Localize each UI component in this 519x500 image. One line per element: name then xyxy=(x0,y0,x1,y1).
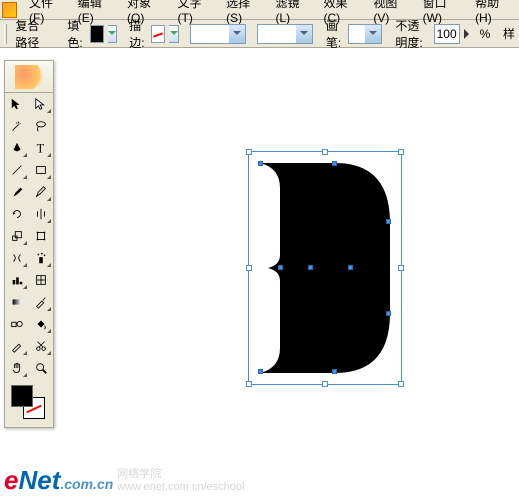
fill-swatch[interactable] xyxy=(90,25,104,43)
blend-tool[interactable] xyxy=(5,313,29,335)
watermark-line1: 网络学院 xyxy=(117,468,244,480)
app-icon xyxy=(2,2,17,18)
mesh-tool[interactable] xyxy=(29,269,53,291)
anchor-point[interactable] xyxy=(308,265,313,270)
slice-tool[interactable] xyxy=(5,335,29,357)
anchor-point[interactable] xyxy=(332,161,337,166)
resize-handle-tl[interactable] xyxy=(246,149,252,155)
resize-handle-bm[interactable] xyxy=(322,381,328,387)
percent-label: % xyxy=(478,25,493,43)
symbol-sprayer-tool[interactable] xyxy=(29,247,53,269)
path-type-label: 复合路径 xyxy=(15,17,47,51)
opacity-flyout[interactable] xyxy=(464,27,474,41)
logo-e: e xyxy=(4,465,18,495)
resize-handle-ml[interactable] xyxy=(246,265,252,271)
lasso-tool[interactable] xyxy=(29,115,53,137)
paintbrush-tool[interactable] xyxy=(5,181,29,203)
control-toolbar: 复合路径 填色: 描边: 画笔: 不透明度: 100 % 样 xyxy=(0,20,519,48)
reflect-tool[interactable] xyxy=(29,203,53,225)
resize-handle-tm[interactable] xyxy=(322,149,328,155)
fill-label: 填色: xyxy=(67,17,85,51)
resize-handle-br[interactable] xyxy=(398,381,404,387)
direct-selection-tool[interactable] xyxy=(29,93,53,115)
brush-label: 画笔: xyxy=(326,17,344,51)
color-well[interactable] xyxy=(9,383,49,423)
opacity-input[interactable]: 100 xyxy=(434,24,460,44)
anchor-point[interactable] xyxy=(386,219,391,224)
selection-bounds[interactable] xyxy=(248,151,402,385)
column-graph-tool[interactable] xyxy=(5,269,29,291)
warp-tool[interactable] xyxy=(5,247,29,269)
zoom-tool[interactable] xyxy=(29,357,53,379)
stroke-style-select[interactable] xyxy=(257,24,313,44)
live-paint-tool[interactable] xyxy=(29,313,53,335)
anchor-point[interactable] xyxy=(258,369,263,374)
resize-handle-tr[interactable] xyxy=(398,149,404,155)
scale-tool[interactable] xyxy=(5,225,29,247)
selection-tool[interactable] xyxy=(5,93,29,115)
tool-grid: T xyxy=(5,93,53,379)
gradient-tool[interactable] xyxy=(5,291,29,313)
stroke-weight-select[interactable] xyxy=(190,24,246,44)
stroke-swatch[interactable] xyxy=(151,25,165,43)
opacity-label: 不透明度: xyxy=(395,17,429,51)
resize-handle-bl[interactable] xyxy=(246,381,252,387)
watermark-line2: www.enet.com.cn/eschool xyxy=(117,481,244,493)
resize-handle-mr[interactable] xyxy=(398,265,404,271)
chevron-down-icon xyxy=(229,25,245,43)
free-transform-tool[interactable] xyxy=(29,225,53,247)
watermark: eNet.com.cn 网络学院 www.enet.com.cn/eschool xyxy=(4,465,244,496)
rotate-tool[interactable] xyxy=(5,203,29,225)
canvas[interactable] xyxy=(70,48,519,500)
scissors-tool[interactable] xyxy=(29,335,53,357)
logo-net: Net xyxy=(18,465,60,495)
brush-value xyxy=(349,25,365,43)
anchor-point[interactable] xyxy=(386,311,391,316)
stroke-style-value xyxy=(258,25,296,43)
eyedropper-tool[interactable] xyxy=(29,291,53,313)
chevron-down-icon xyxy=(296,25,312,43)
menu-help[interactable]: 帮助(H) xyxy=(469,0,519,27)
illustrator-logo-icon xyxy=(15,65,43,89)
anchor-point[interactable] xyxy=(332,369,337,374)
rectangle-tool[interactable] xyxy=(29,159,53,181)
toolbox-header[interactable] xyxy=(5,61,53,93)
hand-tool[interactable] xyxy=(5,357,29,379)
line-tool[interactable] xyxy=(5,159,29,181)
pen-tool[interactable] xyxy=(5,137,29,159)
fill-color-well[interactable] xyxy=(11,385,33,407)
pencil-tool[interactable] xyxy=(29,181,53,203)
chevron-down-icon xyxy=(365,25,381,43)
stroke-weight-value xyxy=(191,25,229,43)
watermark-text: 网络学院 www.enet.com.cn/eschool xyxy=(117,468,244,492)
anchor-point[interactable] xyxy=(278,265,283,270)
logo-domain: .com.cn xyxy=(60,476,113,492)
enet-logo: eNet.com.cn xyxy=(4,465,113,496)
magic-wand-tool[interactable] xyxy=(5,115,29,137)
selected-shape[interactable] xyxy=(250,153,400,383)
workspace: T xyxy=(0,48,519,500)
style-label: 样 xyxy=(503,25,515,42)
fill-dropdown[interactable] xyxy=(108,25,118,43)
toolbox-panel[interactable]: T xyxy=(4,60,54,428)
toolbar-grip[interactable] xyxy=(4,24,7,44)
stroke-label: 描边: xyxy=(129,17,147,51)
type-tool[interactable]: T xyxy=(29,137,53,159)
stroke-dropdown[interactable] xyxy=(169,25,179,43)
anchor-point[interactable] xyxy=(348,265,353,270)
svg-text:T: T xyxy=(37,141,45,155)
anchor-point[interactable] xyxy=(258,161,263,166)
brush-select[interactable] xyxy=(348,24,382,44)
